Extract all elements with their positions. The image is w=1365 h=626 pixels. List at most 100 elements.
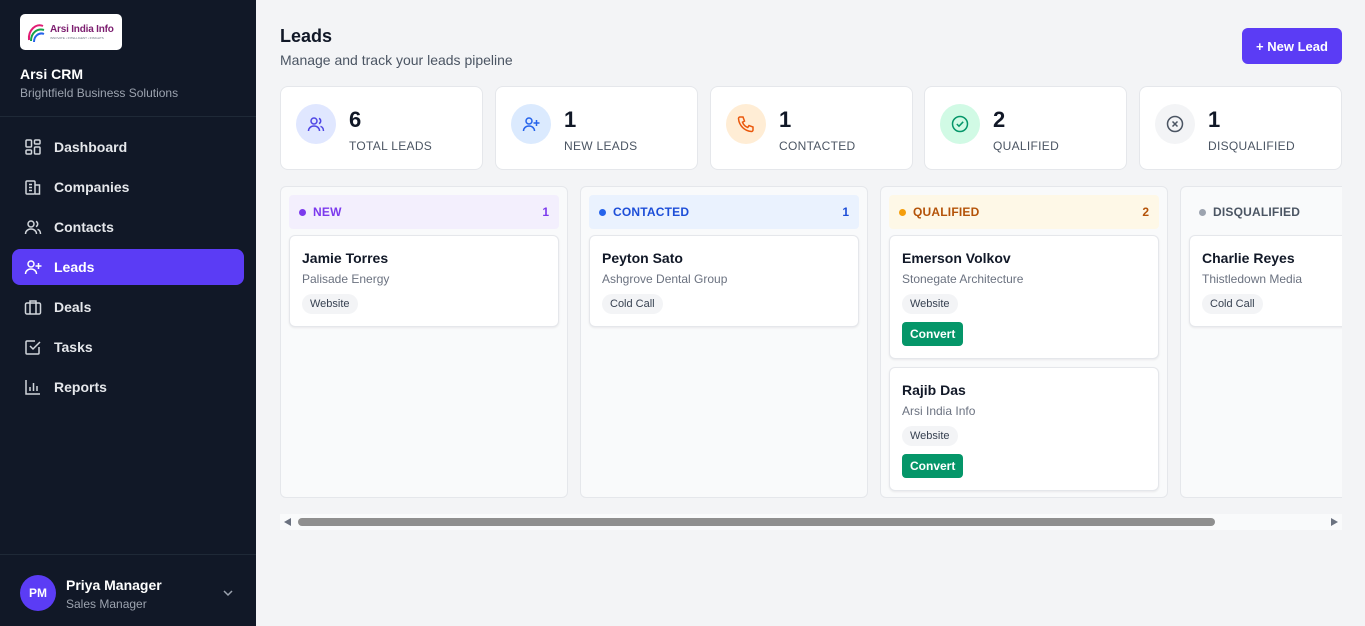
sidebar-item-tasks[interactable]: Tasks xyxy=(12,329,244,365)
checkbox-icon xyxy=(24,338,42,356)
stat-value: 2 xyxy=(993,107,1006,132)
scroll-left-arrow-icon[interactable] xyxy=(284,518,291,526)
kanban-board: NEW 1 Jamie Torres Palisade Energy Websi… xyxy=(280,186,1342,500)
lead-name: Rajib Das xyxy=(902,382,966,398)
sidebar-item-label: Reports xyxy=(54,379,107,395)
lead-name: Jamie Torres xyxy=(302,250,389,266)
user-role: Sales Manager xyxy=(66,597,147,611)
lead-name: Charlie Reyes xyxy=(1202,250,1295,266)
sidebar-item-label: Companies xyxy=(54,179,130,195)
status-dot xyxy=(899,208,906,216)
stat-card-disqualified: 1 DISQUALIFIED xyxy=(1139,86,1342,170)
column-contacted: CONTACTED 1 Peyton Sato Ashgrove Dental … xyxy=(580,186,868,498)
sidebar-item-label: Dashboard xyxy=(54,139,128,155)
stat-label: DISQUALIFIED xyxy=(1208,139,1295,153)
users-icon xyxy=(296,104,336,144)
lead-card[interactable]: Charlie Reyes Thistledown Media Cold Cal… xyxy=(1189,235,1342,327)
column-header: DISQUALIFIED xyxy=(1189,195,1342,229)
stat-label: NEW LEADS xyxy=(564,139,638,153)
sidebar-item-reports[interactable]: Reports xyxy=(12,369,244,405)
stat-value: 1 xyxy=(1208,107,1221,132)
status-dot xyxy=(599,208,606,216)
sidebar-item-contacts[interactable]: Contacts xyxy=(12,209,244,245)
lead-company: Stonegate Architecture xyxy=(902,272,1024,286)
lead-name: Emerson Volkov xyxy=(902,250,1011,266)
status-dot xyxy=(299,208,306,216)
stat-card-new-leads: 1 NEW LEADS xyxy=(495,86,698,170)
status-dot xyxy=(1199,208,1206,216)
lead-card[interactable]: Peyton Sato Ashgrove Dental Group Cold C… xyxy=(589,235,859,327)
logo-tagline: INNOVATE • INTELLIGENT • INSIGHTS xyxy=(50,35,104,40)
lead-source-badge: Website xyxy=(902,294,958,314)
page-title: Leads xyxy=(280,26,333,46)
phone-icon xyxy=(726,104,766,144)
user-name: Priya Manager xyxy=(66,577,162,593)
lead-name: Peyton Sato xyxy=(602,250,683,266)
column-header: QUALIFIED 2 xyxy=(889,195,1159,229)
column-title: NEW xyxy=(313,205,342,219)
sidebar-item-companies[interactable]: Companies xyxy=(12,169,244,205)
sidebar-item-deals[interactable]: Deals xyxy=(12,289,244,325)
lead-source-badge: Website xyxy=(302,294,358,314)
chevron-down-icon[interactable] xyxy=(220,585,236,601)
avatar[interactable]: PM xyxy=(20,575,56,611)
sidebar-item-label: Leads xyxy=(54,259,95,275)
column-title: DISQUALIFIED xyxy=(1213,205,1301,219)
stat-label: CONTACTED xyxy=(779,139,856,153)
stat-label: QUALIFIED xyxy=(993,139,1060,153)
stat-value: 1 xyxy=(779,107,792,132)
briefcase-icon xyxy=(24,298,42,316)
stat-label: TOTAL LEADS xyxy=(349,139,433,153)
convert-button[interactable]: Convert xyxy=(902,454,964,478)
logo-text: Arsi India Info xyxy=(50,23,114,35)
lead-card[interactable]: Jamie Torres Palisade Energy Website xyxy=(289,235,559,327)
x-circle-icon xyxy=(1155,104,1195,144)
column-title: CONTACTED xyxy=(613,205,690,219)
column-count: 1 xyxy=(842,205,849,219)
column-count: 1 xyxy=(542,205,549,219)
users-icon xyxy=(24,218,42,236)
sidebar-nav: Dashboard Companies Contacts Leads Deals xyxy=(12,129,244,409)
lead-source-badge: Website xyxy=(902,426,958,446)
dashboard-icon xyxy=(24,138,42,156)
lead-card[interactable]: Emerson Volkov Stonegate Architecture We… xyxy=(889,235,1159,359)
stat-card-contacted: 1 CONTACTED xyxy=(710,86,913,170)
sidebar-divider xyxy=(0,116,256,117)
lead-source-badge: Cold Call xyxy=(602,294,663,314)
sidebar-divider xyxy=(0,554,256,555)
building-icon xyxy=(24,178,42,196)
lead-card[interactable]: Rajib Das Arsi India Info Website Conver… xyxy=(889,367,1159,491)
sidebar: Arsi India Info INNOVATE • INTELLIGENT •… xyxy=(0,0,256,626)
new-lead-button[interactable]: + New Lead xyxy=(1242,28,1342,64)
lead-company: Palisade Energy xyxy=(302,272,390,286)
column-header: CONTACTED 1 xyxy=(589,195,859,229)
column-new: NEW 1 Jamie Torres Palisade Energy Websi… xyxy=(280,186,568,498)
user-plus-icon xyxy=(24,258,42,276)
sidebar-item-label: Contacts xyxy=(54,219,114,235)
logo-swirl-icon xyxy=(27,24,45,43)
column-qualified: QUALIFIED 2 Emerson Volkov Stonegate Arc… xyxy=(880,186,1168,498)
sidebar-item-label: Deals xyxy=(54,299,92,315)
user-plus-icon xyxy=(511,104,551,144)
column-header: NEW 1 xyxy=(289,195,559,229)
sidebar-item-dashboard[interactable]: Dashboard xyxy=(12,129,244,165)
horizontal-scrollbar[interactable] xyxy=(280,514,1342,530)
check-circle-icon xyxy=(940,104,980,144)
stat-value: 6 xyxy=(349,107,362,132)
org-name: Brightfield Business Solutions xyxy=(20,86,179,100)
sidebar-item-leads[interactable]: Leads xyxy=(12,249,244,285)
scrollbar-thumb[interactable] xyxy=(298,518,1215,526)
stat-card-qualified: 2 QUALIFIED xyxy=(924,86,1127,170)
lead-company: Arsi India Info xyxy=(902,404,976,418)
scroll-right-arrow-icon[interactable] xyxy=(1331,518,1338,526)
company-logo[interactable]: Arsi India Info INNOVATE • INTELLIGENT •… xyxy=(20,14,122,50)
stat-value: 1 xyxy=(564,107,577,132)
column-title: QUALIFIED xyxy=(913,205,980,219)
column-disqualified: DISQUALIFIED Charlie Reyes Thistledown M… xyxy=(1180,186,1342,498)
column-count: 2 xyxy=(1142,205,1149,219)
lead-company: Thistledown Media xyxy=(1202,272,1303,286)
lead-company: Ashgrove Dental Group xyxy=(602,272,728,286)
page-subtitle: Manage and track your leads pipeline xyxy=(280,52,513,68)
stat-card-total-leads: 6 TOTAL LEADS xyxy=(280,86,483,170)
convert-button[interactable]: Convert xyxy=(902,322,964,346)
